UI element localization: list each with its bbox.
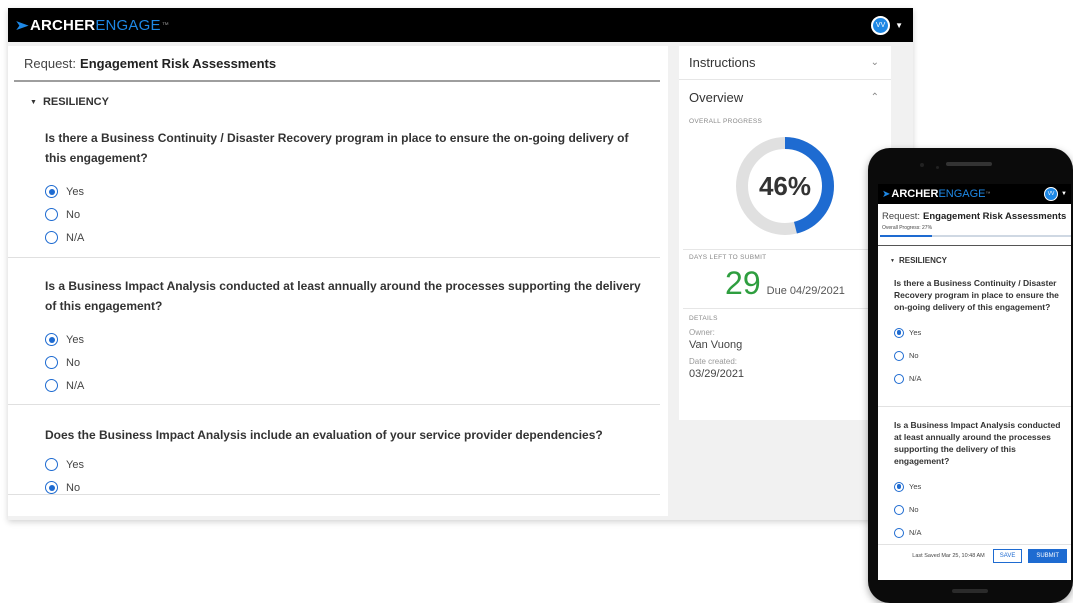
radio-option-yes[interactable]: Yes xyxy=(894,321,1071,344)
mobile-overall-progress: Overall Progress: 27% xyxy=(882,225,933,231)
mobile-question-2-text: Is a Business Impact Analysis conducted … xyxy=(894,420,1061,466)
brand-logo[interactable]: ➤ ARCHER ENGAGE ™ xyxy=(14,16,169,34)
radio-selected-icon[interactable] xyxy=(45,481,58,494)
user-caret-icon[interactable]: ▼ xyxy=(895,21,903,30)
radio-option-no[interactable]: No xyxy=(45,476,650,499)
mobile-progress-bar xyxy=(880,235,1071,237)
progress-ring: 46% xyxy=(734,135,836,237)
days-left: 29 Due 04/29/2021 xyxy=(679,265,891,302)
user-caret-icon[interactable]: ▼ xyxy=(1061,191,1067,197)
instructions-accordion[interactable]: Instructions ⌄ xyxy=(679,46,891,80)
details-label: DETAILS xyxy=(689,315,718,322)
avatar[interactable]: VV xyxy=(1044,187,1059,201)
date-created-label: Date created: xyxy=(689,357,738,366)
top-nav-bar: ➤ ARCHER ENGAGE ™ VV ▼ xyxy=(8,8,913,42)
radio-group: Yes No xyxy=(45,453,650,499)
mobile-radio-group-1: Yes No N/A xyxy=(878,321,1071,390)
submit-button[interactable]: SUBMIT xyxy=(1028,548,1067,563)
mobile-brand-logo[interactable]: ➤ ARCHER ENGAGE ™ xyxy=(882,188,991,200)
overall-progress-label: OVERALL PROGRESS xyxy=(689,118,763,125)
mobile-request-header: Request: Engagement Risk Assessments ⋮ xyxy=(878,204,1071,222)
kebab-menu-icon[interactable]: ⋮ xyxy=(1068,211,1071,222)
radio-icon[interactable] xyxy=(894,350,904,361)
radio-icon[interactable] xyxy=(45,379,58,392)
divider xyxy=(683,249,891,250)
radio-selected-icon[interactable] xyxy=(894,481,904,492)
radio-option-na[interactable]: N/A xyxy=(45,226,650,249)
radio-icon[interactable] xyxy=(894,527,904,538)
radio-icon[interactable] xyxy=(894,504,904,515)
save-button[interactable]: SAVE xyxy=(992,548,1023,563)
overview-title: Overview xyxy=(689,89,744,105)
section-title: RESILIENCY xyxy=(42,96,109,108)
days-left-count: 29 xyxy=(725,265,761,301)
radio-option-na[interactable]: N/A xyxy=(894,367,1071,390)
section-resiliency-toggle[interactable]: ▼ RESILIENCY xyxy=(8,82,668,108)
mobile-section-resiliency-toggle[interactable]: ▼ RESILIENCY xyxy=(878,246,1071,265)
mobile-top-bar: ➤ ARCHER ENGAGE ™ VV ▼ xyxy=(878,184,1071,204)
radio-option-no[interactable]: No xyxy=(45,203,650,226)
question-text: Is a Business Impact Analysis conducted … xyxy=(45,279,641,313)
radio-icon[interactable] xyxy=(45,356,58,369)
owner-label: Owner: xyxy=(689,328,715,337)
question-text: Does the Business Impact Analysis includ… xyxy=(45,428,603,442)
avatar[interactable]: VV xyxy=(871,15,891,35)
radio-option-na[interactable]: N/A xyxy=(45,374,650,397)
radio-option-yes[interactable]: Yes xyxy=(894,475,1071,498)
radio-option-na[interactable]: N/A xyxy=(894,521,1071,544)
question-3: Does the Business Impact Analysis includ… xyxy=(8,405,660,495)
last-saved-text: Last Saved Mar 25, 10:48 AM xyxy=(912,552,985,559)
chevron-down-icon[interactable]: ⌄ xyxy=(871,57,879,68)
camera-icon xyxy=(920,163,924,167)
divider xyxy=(683,308,891,309)
request-title: Engagement Risk Assessments xyxy=(80,55,277,71)
radio-selected-icon[interactable] xyxy=(45,185,58,198)
radio-icon[interactable] xyxy=(45,208,58,221)
overview-accordion[interactable]: Overview ⌃ xyxy=(679,80,891,114)
assessment-panel: Request: Engagement Risk Assessments ▼ R… xyxy=(8,46,668,516)
radio-option-yes[interactable]: Yes xyxy=(45,453,650,476)
request-label: Request: xyxy=(24,55,77,71)
radio-group: Yes No N/A xyxy=(45,328,650,397)
brand-chevron-icon: ➤ xyxy=(882,188,891,200)
mobile-request-title: Engagement Risk Assessments xyxy=(923,211,1067,222)
mobile-user-menu[interactable]: VV ▼ xyxy=(1044,187,1067,201)
sidebar: Instructions ⌄ Overview ⌃ OVERALL PROGRE… xyxy=(679,46,891,420)
mobile-screen: ➤ ARCHER ENGAGE ™ VV ▼ Request: Engagement… xyxy=(878,184,1071,580)
mobile-footer: Last Saved Mar 25, 10:48 AM SAVE SUBMIT xyxy=(878,544,1071,566)
radio-group: Yes No N/A xyxy=(45,180,650,249)
days-left-label: DAYS LEFT TO SUBMIT xyxy=(689,254,767,261)
radio-option-no[interactable]: No xyxy=(894,344,1071,367)
sensor-icon xyxy=(936,166,939,169)
mobile-radio-group-2: Yes No N/A xyxy=(878,475,1071,544)
progress-percent: 46% xyxy=(758,170,812,201)
due-date: Due 04/29/2021 xyxy=(766,285,845,297)
radio-option-yes[interactable]: Yes xyxy=(45,328,650,351)
radio-option-no[interactable]: No xyxy=(45,351,650,374)
collapse-triangle-icon: ▼ xyxy=(890,257,895,264)
chevron-up-icon[interactable]: ⌃ xyxy=(871,92,879,103)
question-2: Is a Business Impact Analysis conducted … xyxy=(8,258,660,405)
radio-selected-icon[interactable] xyxy=(45,333,58,346)
radio-selected-icon[interactable] xyxy=(894,327,904,338)
user-menu[interactable]: VV ▼ xyxy=(871,15,903,35)
request-header: Request: Engagement Risk Assessments xyxy=(14,46,660,82)
home-indicator xyxy=(952,589,988,593)
radio-icon[interactable] xyxy=(45,231,58,244)
brand-chevron-icon: ➤ xyxy=(14,16,30,33)
collapse-triangle-icon: ▼ xyxy=(30,98,37,106)
radio-icon[interactable] xyxy=(894,373,904,384)
mobile-phone: ➤ ARCHER ENGAGE ™ VV ▼ Request: Engagement… xyxy=(868,148,1073,603)
speaker-grille xyxy=(946,162,992,166)
mobile-progress-fill xyxy=(880,235,932,237)
owner-value: Van Vuong xyxy=(689,339,743,351)
question-text: Is there a Business Continuity / Disaste… xyxy=(45,131,629,165)
mobile-question-1-text: Is there a Business Continuity / Disaste… xyxy=(894,278,1059,312)
instructions-title: Instructions xyxy=(689,55,756,70)
radio-icon[interactable] xyxy=(45,458,58,471)
question-1: Is there a Business Continuity / Disaste… xyxy=(8,108,660,258)
radio-option-no[interactable]: No xyxy=(894,498,1071,521)
date-created-value: 03/29/2021 xyxy=(689,368,745,380)
radio-option-yes[interactable]: Yes xyxy=(45,180,650,203)
